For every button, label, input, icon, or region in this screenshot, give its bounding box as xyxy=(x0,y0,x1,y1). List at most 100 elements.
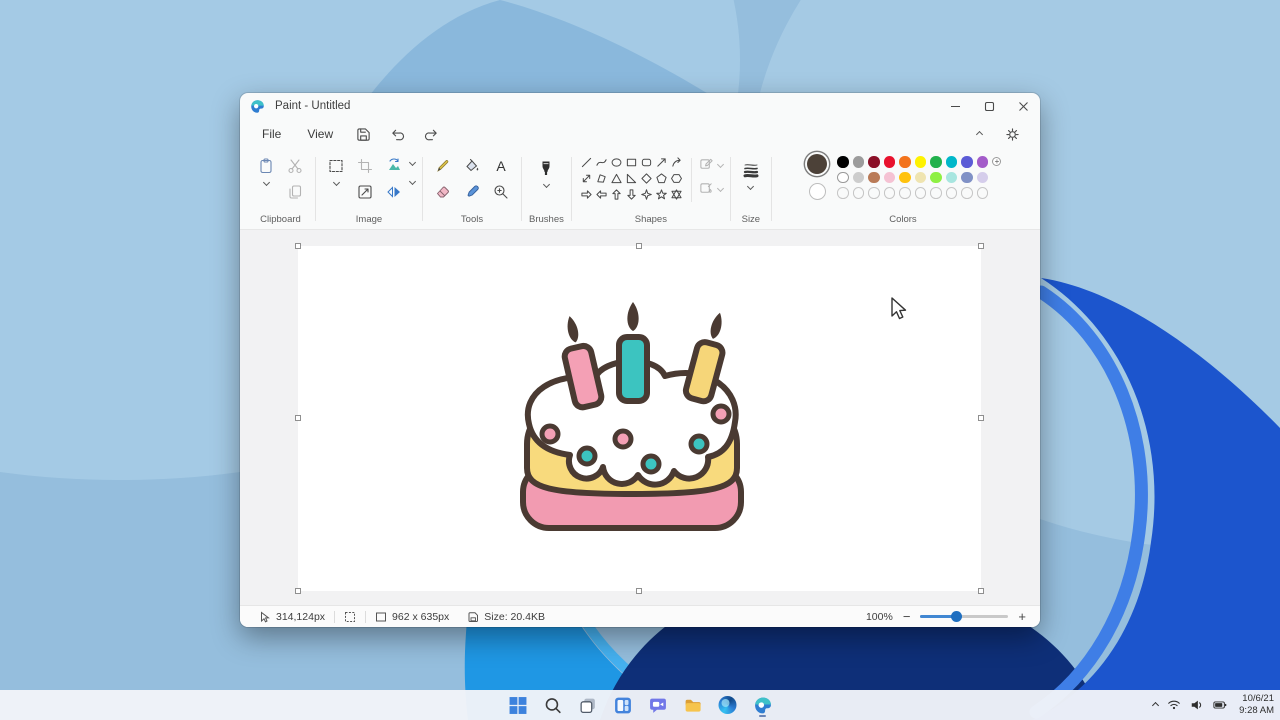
fill-tool-button[interactable] xyxy=(459,154,485,178)
color-swatch[interactable] xyxy=(946,156,958,168)
canvas-handle-bottom-right[interactable] xyxy=(978,588,984,594)
undo-button[interactable] xyxy=(383,122,411,146)
shape-curved-arrow[interactable] xyxy=(669,154,684,170)
canvas-handle-mid-left[interactable] xyxy=(295,415,301,421)
shape-curve[interactable] xyxy=(594,154,609,170)
text-tool-button[interactable]: A xyxy=(488,154,514,178)
tray-chevron-icon[interactable] xyxy=(1152,701,1159,708)
shape-four-point-star[interactable] xyxy=(639,186,654,202)
empty-color-slot[interactable] xyxy=(837,187,849,199)
start-button[interactable] xyxy=(506,693,530,717)
color-swatch[interactable] xyxy=(915,156,927,168)
empty-color-slot[interactable] xyxy=(946,187,958,199)
brushes-chevron-icon[interactable] xyxy=(543,181,550,188)
color-swatch[interactable] xyxy=(930,172,942,184)
search-button[interactable] xyxy=(541,693,565,717)
shape-rounded-rectangle[interactable] xyxy=(639,154,654,170)
color-swatch[interactable] xyxy=(930,156,942,168)
canvas-handle-bottom-center[interactable] xyxy=(636,588,642,594)
color2-swatch[interactable] xyxy=(809,183,826,200)
color-swatch[interactable] xyxy=(977,156,989,168)
speaker-icon[interactable] xyxy=(1190,698,1204,712)
maximize-button[interactable] xyxy=(972,93,1006,119)
rotate-chevron-icon[interactable] xyxy=(409,159,416,166)
color-swatch[interactable] xyxy=(915,172,927,184)
shape-right-arrow[interactable] xyxy=(579,186,594,202)
empty-color-slot[interactable] xyxy=(884,187,896,199)
paste-chevron-icon[interactable] xyxy=(262,179,269,186)
pencil-tool-button[interactable] xyxy=(430,154,456,178)
rotate-button[interactable] xyxy=(381,154,407,178)
color-swatch[interactable] xyxy=(853,156,865,168)
shape-down-arrow[interactable] xyxy=(624,186,639,202)
wifi-icon[interactable] xyxy=(1167,698,1181,712)
empty-color-slot[interactable] xyxy=(977,187,989,199)
edge-button[interactable] xyxy=(716,693,740,717)
color-picker-button[interactable] xyxy=(459,180,485,204)
zoom-in-button[interactable]: + xyxy=(1018,609,1026,624)
paste-button[interactable] xyxy=(253,154,279,178)
canvas-handle-top-right[interactable] xyxy=(978,243,984,249)
shape-oval[interactable] xyxy=(609,154,624,170)
shape-five-point-star[interactable] xyxy=(654,186,669,202)
color-swatch[interactable] xyxy=(961,172,973,184)
file-menu[interactable]: File xyxy=(252,123,291,145)
task-view-button[interactable] xyxy=(576,693,600,717)
color-swatch[interactable] xyxy=(884,172,896,184)
shape-line[interactable] xyxy=(579,154,594,170)
shape-up-arrow[interactable] xyxy=(609,186,624,202)
shape-arrow[interactable] xyxy=(654,154,669,170)
color-swatch[interactable] xyxy=(837,172,849,184)
color-swatch[interactable] xyxy=(868,172,880,184)
zoom-out-button[interactable]: − xyxy=(903,609,911,624)
paint-taskbar-button[interactable] xyxy=(751,693,775,717)
view-menu[interactable]: View xyxy=(297,123,343,145)
redo-button[interactable] xyxy=(417,122,445,146)
canvas-handle-mid-right[interactable] xyxy=(978,415,984,421)
empty-color-slot[interactable] xyxy=(899,187,911,199)
zoom-slider[interactable] xyxy=(920,615,1008,618)
minimize-button[interactable] xyxy=(938,93,972,119)
collapse-ribbon-chevron-icon[interactable] xyxy=(976,130,983,137)
battery-icon[interactable] xyxy=(1213,698,1227,712)
magnifier-tool-button[interactable] xyxy=(488,180,514,204)
canvas-handle-bottom-left[interactable] xyxy=(295,588,301,594)
empty-color-slot[interactable] xyxy=(915,187,927,199)
shape-pentagon[interactable] xyxy=(654,170,669,186)
empty-color-slot[interactable] xyxy=(868,187,880,199)
widgets-button[interactable] xyxy=(611,693,635,717)
flip-chevron-icon[interactable] xyxy=(409,178,416,185)
shape-six-point-star[interactable] xyxy=(669,186,684,202)
flip-button[interactable] xyxy=(381,180,407,204)
color1-swatch-selected[interactable] xyxy=(807,154,827,174)
shape-hexagon[interactable] xyxy=(669,170,684,186)
empty-color-slot[interactable] xyxy=(930,187,942,199)
empty-color-slot[interactable] xyxy=(853,187,865,199)
color-swatch[interactable] xyxy=(946,172,958,184)
resize-button[interactable] xyxy=(352,180,378,204)
drawing-canvas[interactable] xyxy=(298,246,981,591)
size-chevron-icon[interactable] xyxy=(747,183,754,190)
size-button[interactable] xyxy=(738,158,764,182)
eraser-tool-button[interactable] xyxy=(430,180,456,204)
shape-polygon[interactable] xyxy=(594,170,609,186)
shape-diamond[interactable] xyxy=(639,170,654,186)
color-swatch[interactable] xyxy=(899,156,911,168)
color-swatch[interactable] xyxy=(899,172,911,184)
save-button[interactable] xyxy=(349,122,377,146)
select-chevron-icon[interactable] xyxy=(332,179,339,186)
color-swatch[interactable] xyxy=(868,156,880,168)
shape-triangle[interactable] xyxy=(609,170,624,186)
color-swatch[interactable] xyxy=(853,172,865,184)
color-swatch[interactable] xyxy=(884,156,896,168)
select-button[interactable] xyxy=(323,154,349,178)
shape-rectangle[interactable] xyxy=(624,154,639,170)
settings-button[interactable] xyxy=(998,122,1026,146)
shape-right-triangle[interactable] xyxy=(624,170,639,186)
empty-color-slot[interactable] xyxy=(961,187,973,199)
close-button[interactable] xyxy=(1006,93,1040,119)
shape-two-way-arrow[interactable] xyxy=(579,170,594,186)
titlebar[interactable]: Paint - Untitled xyxy=(240,93,1040,119)
color-swatch[interactable] xyxy=(977,172,989,184)
canvas-handle-top-left[interactable] xyxy=(295,243,301,249)
